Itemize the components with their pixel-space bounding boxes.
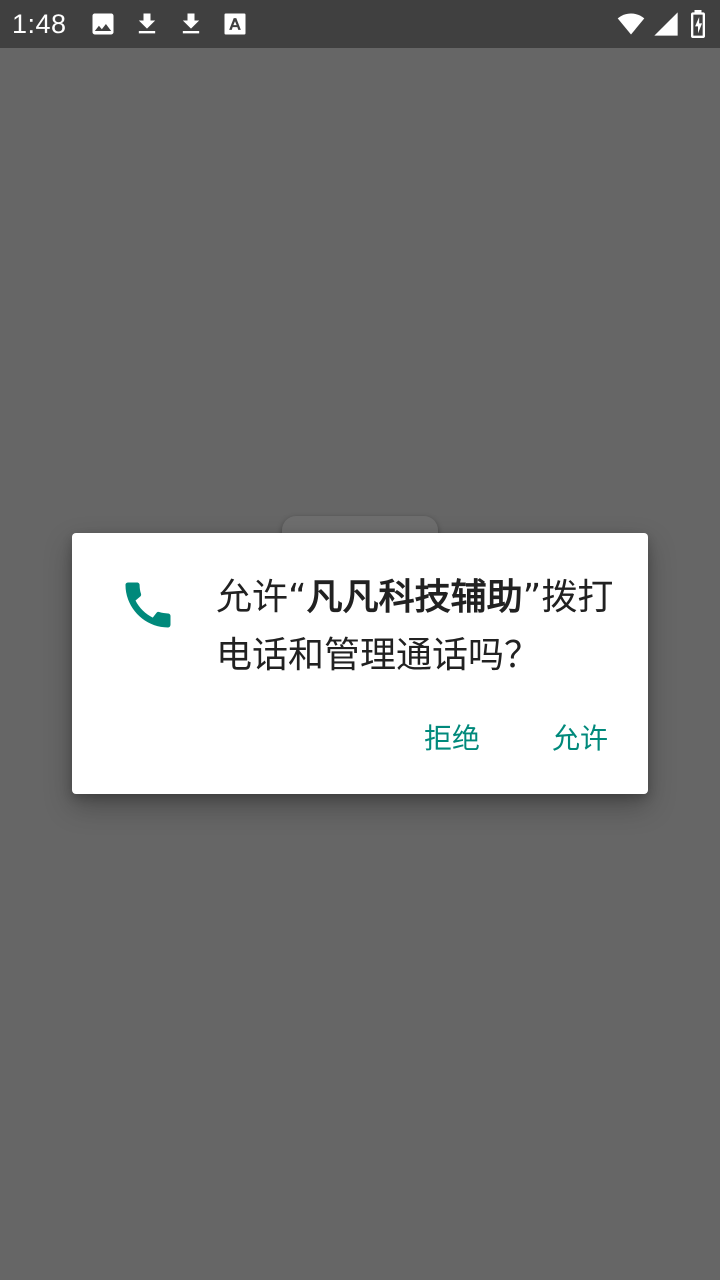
- signal-icon: [652, 10, 680, 38]
- battery-charging-icon: [686, 10, 710, 38]
- dialog-message: 允许“凡凡科技辅助”拨打电话和管理通话吗？: [216, 569, 616, 685]
- screen: 1:48 允许“凡凡科技辅助”拨打电话和管理通话吗？ 拒绝 允许: [0, 0, 720, 1280]
- image-icon: [89, 10, 117, 38]
- phone-icon: [118, 575, 178, 635]
- status-time: 1:48: [12, 9, 67, 39]
- message-prefix: 允许“: [216, 577, 307, 618]
- wifi-icon: [614, 10, 648, 38]
- allow-button[interactable]: 允许: [552, 717, 608, 761]
- status-bar: 1:48: [0, 0, 720, 48]
- download-icon: [133, 10, 161, 38]
- permission-dialog: 允许“凡凡科技辅助”拨打电话和管理通话吗？ 拒绝 允许: [72, 533, 648, 794]
- app-name: 凡凡科技辅助: [306, 577, 523, 618]
- download-icon: [177, 10, 205, 38]
- dialog-actions: 拒绝 允许: [424, 717, 608, 761]
- font-a-icon: [221, 10, 249, 38]
- deny-button[interactable]: 拒绝: [424, 717, 480, 761]
